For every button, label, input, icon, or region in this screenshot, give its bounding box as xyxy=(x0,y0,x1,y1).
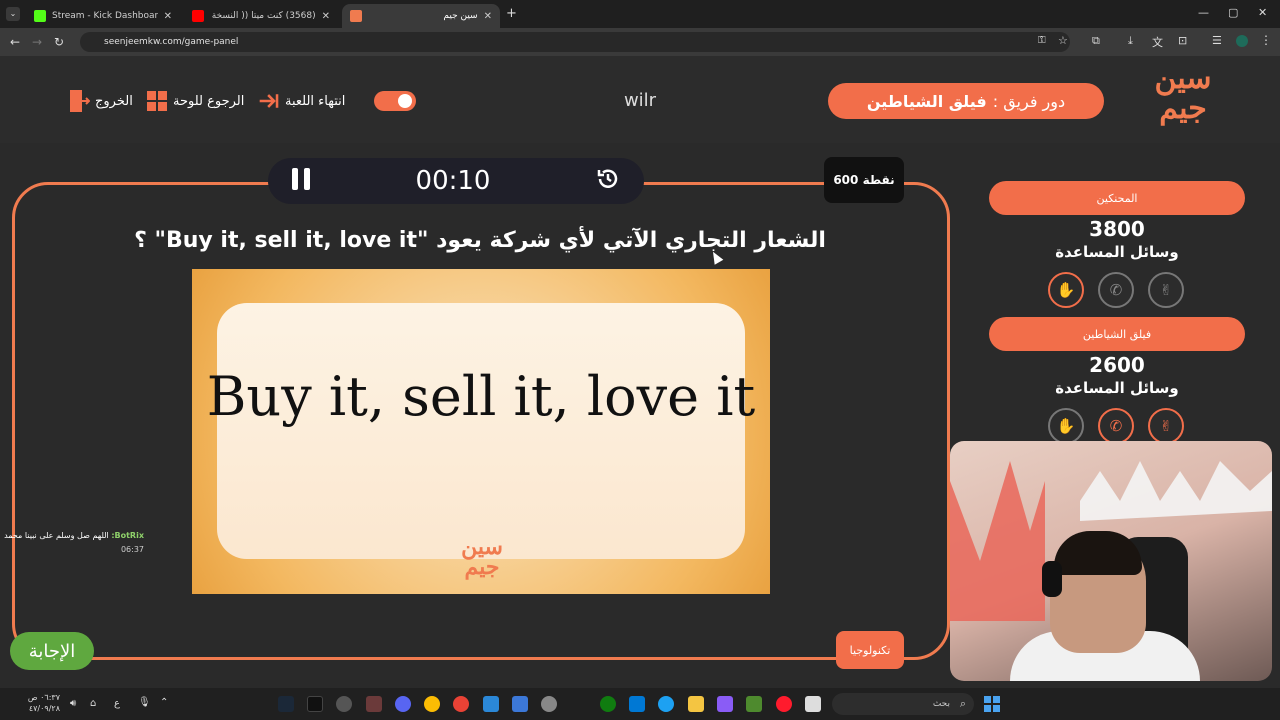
restart-timer-icon[interactable] xyxy=(594,165,622,197)
back-icon[interactable]: ← xyxy=(4,35,26,49)
chrome-profile-icon[interactable] xyxy=(453,696,469,712)
team-1-score: 3800 xyxy=(1089,217,1145,241)
maximize-button[interactable]: ▢ xyxy=(1228,6,1238,19)
timer-bar: 00:10 xyxy=(268,158,644,204)
question-image-text: Buy it, sell it, love it xyxy=(206,365,756,428)
opera-icon[interactable] xyxy=(776,696,792,712)
exit-button[interactable]: الخروج xyxy=(68,88,133,114)
team-2-helps-label: وسائل المساعدة xyxy=(1055,379,1179,397)
team-1-phone-icon[interactable]: ✆ xyxy=(1098,272,1134,308)
headset xyxy=(1042,561,1062,597)
chrome-icon[interactable] xyxy=(424,696,440,712)
search-icon: ⌕ xyxy=(959,697,966,710)
close-window-button[interactable]: ✕ xyxy=(1258,6,1267,19)
team-2-phone-icon[interactable]: ✆ xyxy=(1098,408,1134,444)
close-icon[interactable]: ✕ xyxy=(322,11,330,22)
network-icon[interactable]: ⌂ xyxy=(90,698,96,709)
volume-icon[interactable]: 🔊︎ xyxy=(70,698,76,709)
tab-youtube[interactable]: (3568) كنت ميتاً (( النسخة الأصلية ✕ xyxy=(184,4,338,28)
task-view-icon[interactable] xyxy=(805,696,821,712)
windows-start-icon[interactable] xyxy=(984,696,1000,712)
obs-icon[interactable] xyxy=(336,696,352,712)
team-2-peace-icon[interactable]: ✌ xyxy=(1148,408,1184,444)
url-input[interactable]: seenjeemkw.com/game-panel xyxy=(80,32,1070,52)
pause-icon[interactable] xyxy=(290,167,312,195)
question-image-card xyxy=(217,303,745,559)
profile-avatar[interactable] xyxy=(1236,35,1248,47)
seenjeem-icon xyxy=(350,10,362,22)
end-game-button[interactable]: انتهاء اللعبة xyxy=(258,88,345,114)
settings-icon[interactable] xyxy=(541,696,557,712)
game-name: wilr xyxy=(623,90,657,111)
timer-display: 00:10 xyxy=(415,166,491,196)
question-text: الشعار التجاري الآتي لأي شركة يعود "Buy … xyxy=(134,228,826,253)
store-icon[interactable] xyxy=(512,696,528,712)
tab-bar: ⌄ Stream - Kick Dashboard ✕ (3568) كنت م… xyxy=(0,0,1280,28)
grid-icon xyxy=(146,90,168,112)
tab-kick-dashboard[interactable]: Stream - Kick Dashboard ✕ xyxy=(26,4,180,28)
kick-icon xyxy=(34,10,46,22)
team-1-hand-icon[interactable]: ✋ xyxy=(1048,272,1084,308)
menu-dots-icon[interactable]: ⋮ xyxy=(1260,33,1272,47)
minecraft-icon[interactable] xyxy=(746,696,762,712)
current-turn-pill: دور فريق : فيلق الشياطين xyxy=(828,83,1104,119)
screenshot-icon[interactable]: ⊡ xyxy=(1178,34,1187,47)
address-bar-row: ← → ↻ seenjeemkw.com/game-panel ⚿ ☆ ⧉ ⤓ … xyxy=(0,28,1280,56)
discord-icon[interactable] xyxy=(395,696,411,712)
taskbar-search[interactable]: بحث ⌕ xyxy=(832,693,974,715)
seenjeem-logo: سين جيم xyxy=(1154,61,1212,126)
chat-message: اللهم صل وسلم على نبينا محمد xyxy=(4,531,109,540)
forward-icon[interactable]: → xyxy=(26,35,48,49)
tab-list-button[interactable]: ⌄ xyxy=(6,7,20,21)
input-language[interactable]: ع xyxy=(114,698,120,709)
end-game-toggle[interactable] xyxy=(374,91,416,111)
question-points: 600 نقطة xyxy=(824,157,904,203)
reload-icon[interactable]: ↻ xyxy=(48,35,70,49)
exit-door-icon xyxy=(68,90,90,112)
minimize-button[interactable]: — xyxy=(1198,6,1209,19)
chat-overlay: BotRix: اللهم صل وسلم على نبينا محمد 06:… xyxy=(4,529,144,557)
xbox-icon[interactable] xyxy=(600,696,616,712)
team-2-score: 2600 xyxy=(1089,353,1145,377)
current-turn-team: فيلق الشياطين xyxy=(866,91,987,111)
back-to-board-button[interactable]: الرجوع للوحة xyxy=(146,88,244,114)
edge-icon[interactable] xyxy=(658,696,674,712)
password-key-icon[interactable]: ⚿ xyxy=(1038,35,1046,46)
team-1-helps-label: وسائل المساعدة xyxy=(1055,243,1179,261)
close-icon[interactable]: ✕ xyxy=(164,11,172,22)
webcam-overlay xyxy=(950,441,1272,681)
new-tab-button[interactable]: + xyxy=(506,6,517,21)
mail-icon[interactable] xyxy=(483,696,499,712)
team-2-hand-icon[interactable]: ✋ xyxy=(1048,408,1084,444)
translate-icon[interactable]: 文 xyxy=(1152,34,1163,50)
steam-icon[interactable] xyxy=(278,696,294,712)
team-1-peace-icon[interactable]: ✌ xyxy=(1148,272,1184,308)
answer-button[interactable]: الإجابة xyxy=(10,632,94,670)
file-explorer-icon[interactable] xyxy=(688,696,704,712)
extensions-icon[interactable]: ⧉ xyxy=(1092,34,1100,48)
team-1-name: المحنكين xyxy=(989,181,1245,215)
store-bag-icon[interactable] xyxy=(629,696,645,712)
tiktok-icon[interactable] xyxy=(307,696,323,712)
capcut-icon[interactable] xyxy=(366,696,382,712)
chat-user: BotRix: xyxy=(111,531,144,540)
reading-list-icon[interactable]: ☰ xyxy=(1212,34,1222,47)
microphone-icon[interactable]: 🎙︎ xyxy=(138,697,151,708)
arrow-right-bar-icon xyxy=(258,90,280,112)
taskbar-clock[interactable]: ٠٦:٣٧ ص ٤٧/٠٩/٢٨ xyxy=(8,692,60,714)
category-badge: تكنولوجيا xyxy=(836,631,904,669)
tab-seenjeem[interactable]: سين جيم ✕ xyxy=(342,4,500,28)
bookmark-star-icon[interactable]: ☆ xyxy=(1058,34,1068,47)
youtube-icon xyxy=(192,10,204,22)
download-icon[interactable]: ⤓ xyxy=(1128,34,1133,48)
copilot-icon[interactable] xyxy=(717,696,733,712)
question-image-logo: سين جيم xyxy=(461,534,503,580)
close-icon[interactable]: ✕ xyxy=(484,11,492,22)
tray-expand-icon[interactable]: ⌃ xyxy=(160,697,168,708)
chat-time: 06:37 xyxy=(120,545,144,554)
question-image: Buy it, sell it, love it سين جيم xyxy=(192,269,770,594)
team-2-name: فيلق الشياطين xyxy=(989,317,1245,351)
